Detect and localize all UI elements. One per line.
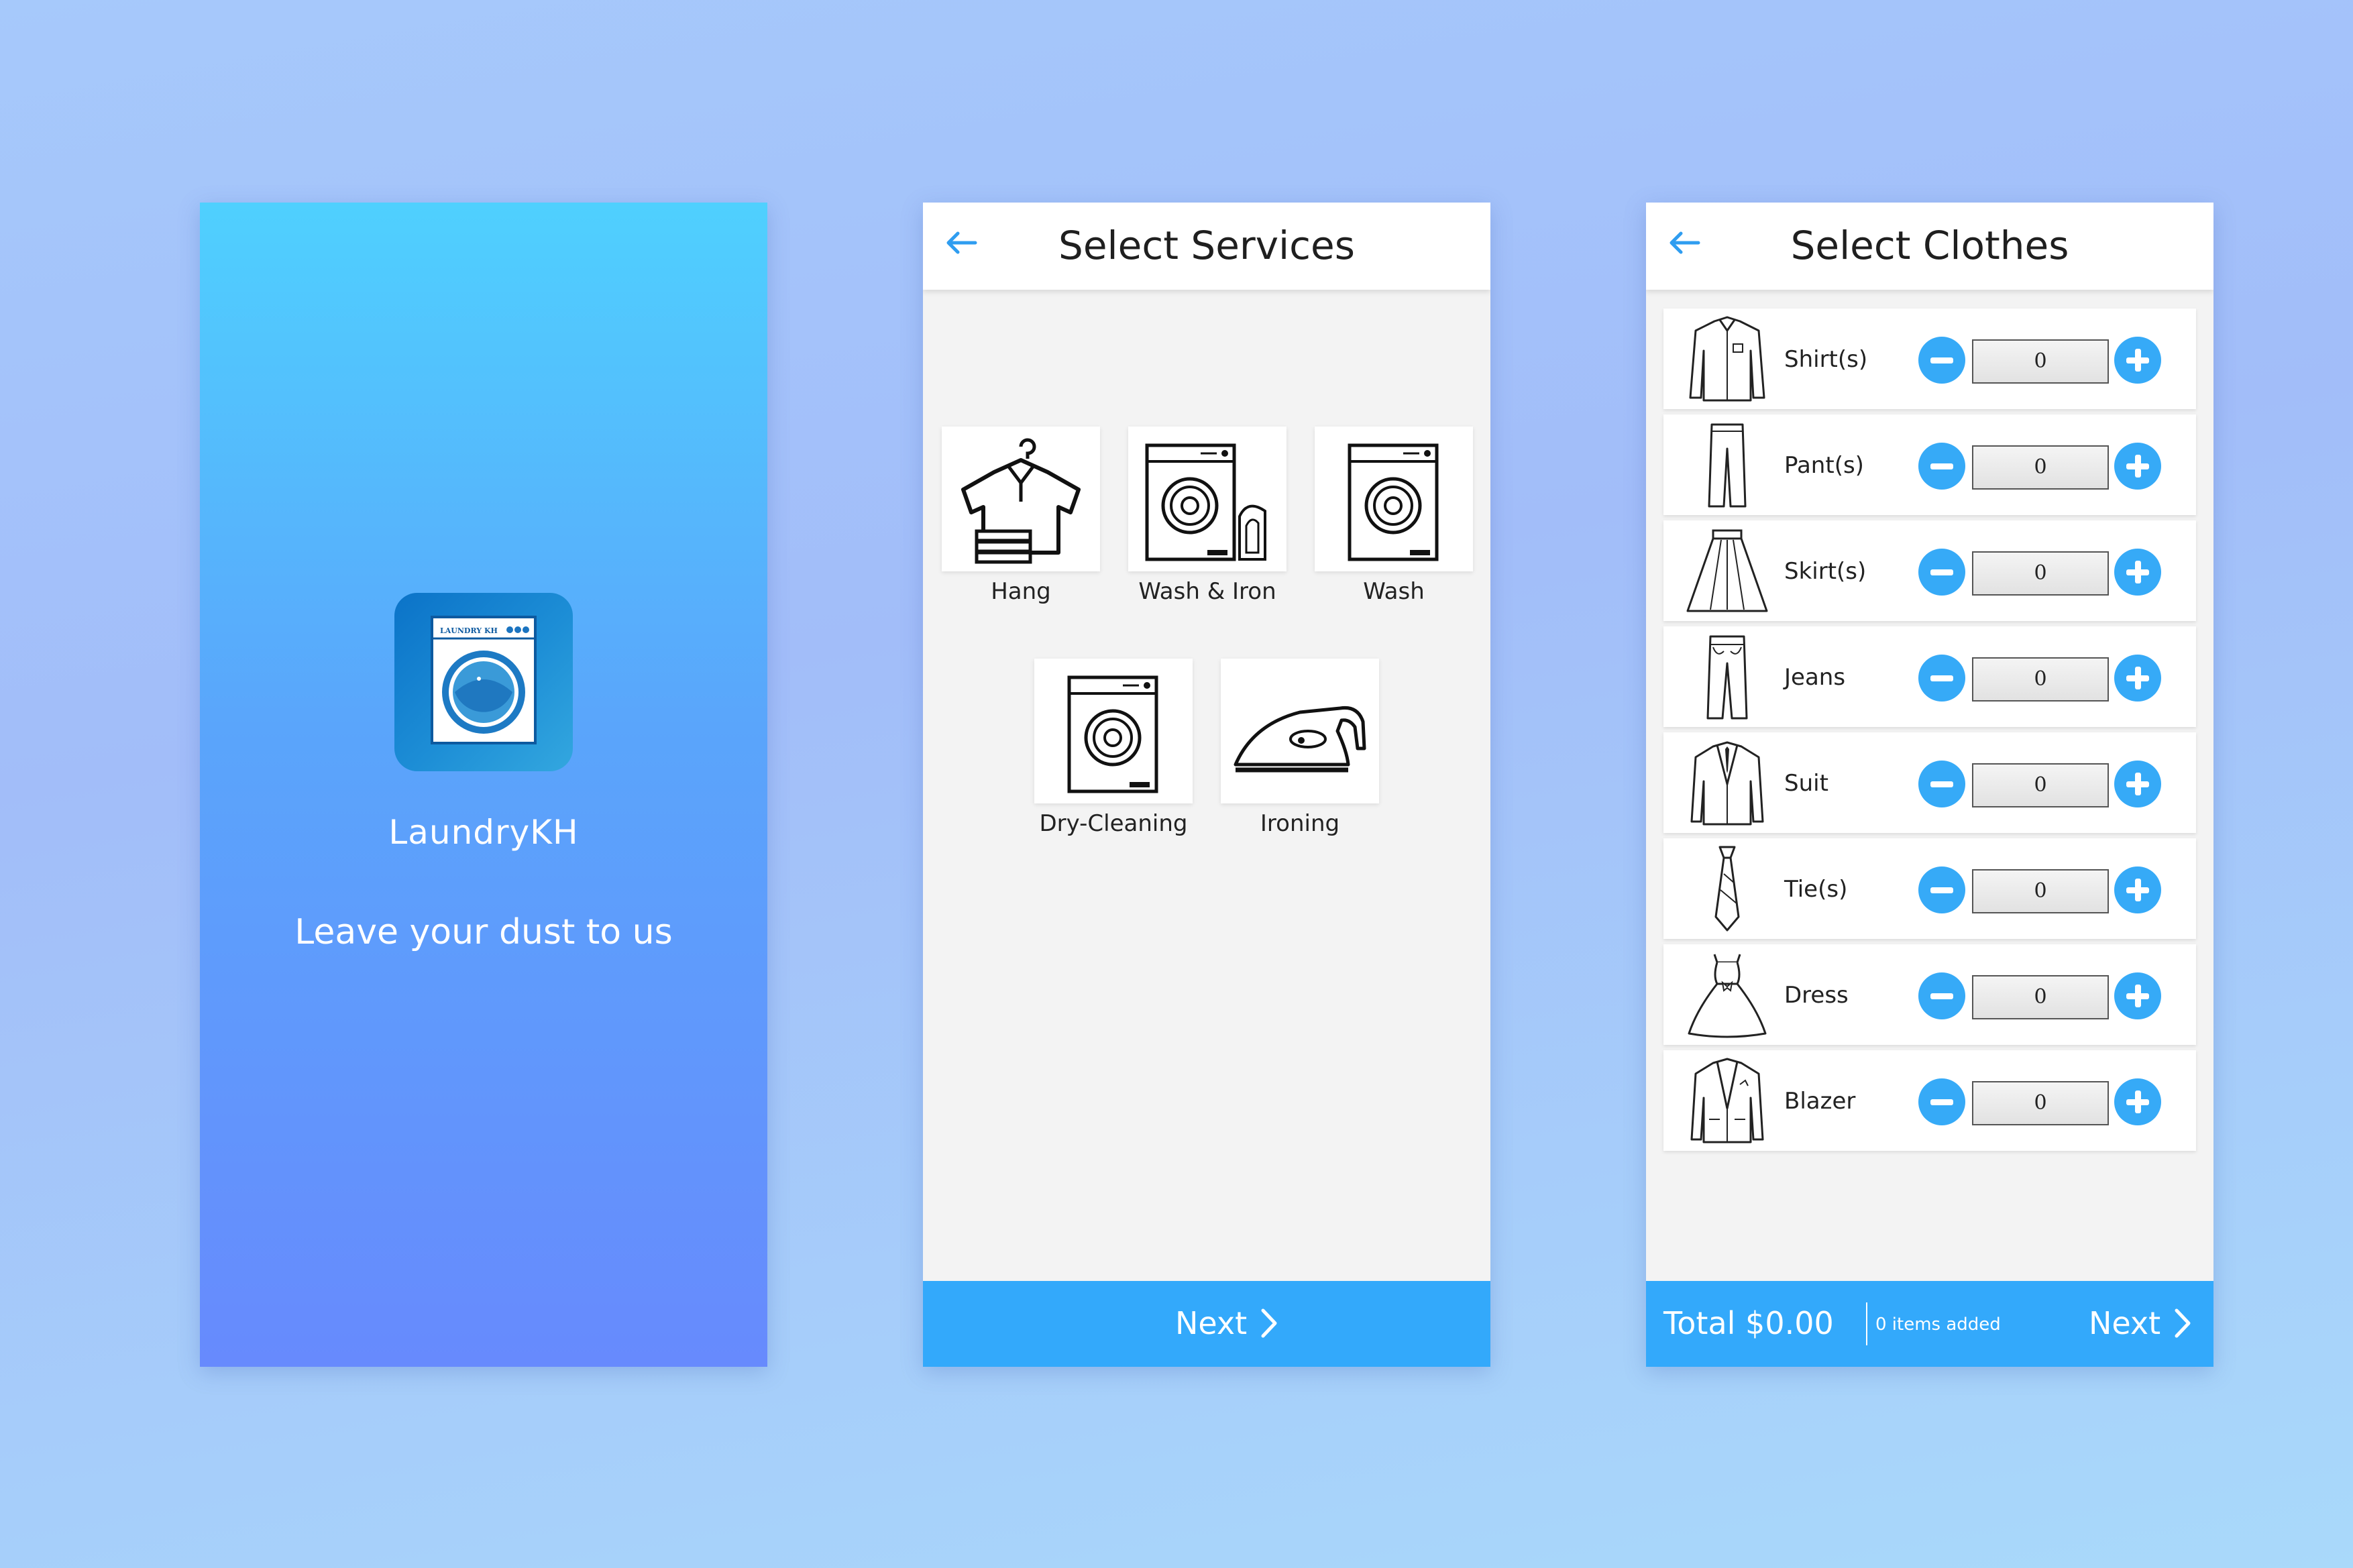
page-title: Select Services: [1058, 223, 1355, 268]
jeans-icon: [1706, 635, 1748, 720]
decrement-button[interactable]: [1918, 972, 1965, 1019]
items-added-count: 0 items added: [1875, 1314, 2001, 1335]
next-button[interactable]: Next: [2089, 1305, 2193, 1341]
select-clothes-screen: Select Clothes Shirt(s) 0 Pant(s) 0 Skir…: [1646, 203, 2213, 1367]
decrement-button[interactable]: [1918, 761, 1965, 807]
quantity-field[interactable]: 0: [1972, 551, 2109, 596]
page-title: Select Clothes: [1790, 223, 2069, 268]
cloth-label: Jeans: [1784, 664, 1846, 691]
service-label: Wash & Iron: [1138, 578, 1276, 605]
services-header: Select Services: [923, 203, 1490, 290]
skirt-icon: [1686, 529, 1768, 612]
tagline: Leave your dust to us: [294, 912, 673, 952]
chevron-right-icon: [2175, 1308, 2191, 1338]
cloth-label: Pant(s): [1784, 452, 1864, 479]
list-item: Skirt(s) 0: [1663, 520, 2196, 621]
splash-screen: LAUNDRY KH LaundryKH Leave your dust to …: [200, 203, 767, 1367]
shirt-icon: [1689, 316, 1765, 402]
select-services-screen: Select Services Hang Wash & Iron Wash Dr…: [923, 203, 1490, 1367]
blazer-icon: [1690, 1058, 1764, 1143]
next-label: Next: [1175, 1305, 1248, 1341]
list-item: Suit 0: [1663, 732, 2196, 833]
quantity-field[interactable]: 0: [1972, 339, 2109, 384]
increment-button[interactable]: [2114, 655, 2161, 702]
logo-wordmark: LAUNDRY KH: [440, 626, 498, 635]
increment-button[interactable]: [2114, 761, 2161, 807]
service-wash[interactable]: Wash: [1315, 427, 1473, 605]
clothes-header: Select Clothes: [1646, 203, 2213, 290]
dress-icon: [1688, 954, 1767, 1038]
list-item: Jeans 0: [1663, 626, 2196, 727]
dry-cleaning-machine-icon: [1067, 675, 1158, 793]
increment-button[interactable]: [2114, 972, 2161, 1019]
next-button[interactable]: Next: [1175, 1305, 1279, 1341]
service-label: Wash: [1363, 578, 1425, 605]
decrement-button[interactable]: [1918, 549, 1965, 596]
cloth-label: Suit: [1784, 770, 1828, 797]
cloth-label: Tie(s): [1784, 876, 1848, 903]
app-name: LaundryKH: [388, 813, 579, 852]
footer-divider: [1866, 1302, 1867, 1345]
next-label: Next: [2089, 1305, 2161, 1341]
iron-icon: [1234, 706, 1366, 773]
decrement-button[interactable]: [1918, 443, 1965, 490]
decrement-button[interactable]: [1918, 866, 1965, 913]
app-logo: LAUNDRY KH: [394, 593, 573, 771]
cloth-label: Dress: [1784, 982, 1849, 1009]
clothes-footer: Total $0.00 0 items added Next: [1646, 1281, 2213, 1367]
increment-button[interactable]: [2114, 549, 2161, 596]
washing-machine-icon: [1348, 443, 1439, 561]
service-label: Ironing: [1260, 810, 1340, 837]
chevron-right-icon: [1261, 1308, 1277, 1338]
quantity-field[interactable]: 0: [1972, 1081, 2109, 1125]
washing-machine-iron-icon: [1145, 443, 1266, 561]
increment-button[interactable]: [2114, 866, 2161, 913]
list-item: Dress 0: [1663, 944, 2196, 1045]
cloth-label: Blazer: [1784, 1088, 1856, 1115]
service-wash-iron[interactable]: Wash & Iron: [1128, 427, 1287, 605]
quantity-field[interactable]: 0: [1972, 445, 2109, 490]
service-hang[interactable]: Hang: [942, 427, 1100, 605]
decrement-button[interactable]: [1918, 1078, 1965, 1125]
tie-icon: [1714, 846, 1740, 932]
decrement-button[interactable]: [1918, 655, 1965, 702]
increment-button[interactable]: [2114, 443, 2161, 490]
cloth-label: Skirt(s): [1784, 558, 1867, 585]
quantity-field[interactable]: 0: [1972, 869, 2109, 913]
service-dry-cleaning[interactable]: Dry-Cleaning: [1034, 659, 1193, 837]
list-item: Tie(s) 0: [1663, 838, 2196, 939]
service-label: Hang: [991, 578, 1051, 605]
pants-icon: [1708, 423, 1747, 508]
list-item: Shirt(s) 0: [1663, 309, 2196, 409]
total-price: Total $0.00: [1663, 1305, 1834, 1341]
suit-icon: [1690, 741, 1764, 826]
service-label: Dry-Cleaning: [1039, 810, 1188, 837]
clothes-list: Shirt(s) 0 Pant(s) 0 Skirt(s) 0 Jeans 0 …: [1663, 309, 2196, 1156]
quantity-field[interactable]: 0: [1972, 657, 2109, 702]
increment-button[interactable]: [2114, 337, 2161, 384]
hanger-shirt-icon: [961, 438, 1081, 564]
increment-button[interactable]: [2114, 1078, 2161, 1125]
quantity-field[interactable]: 0: [1972, 975, 2109, 1019]
cloth-label: Shirt(s): [1784, 346, 1868, 373]
list-item: Blazer 0: [1663, 1050, 2196, 1151]
list-item: Pant(s) 0: [1663, 414, 2196, 515]
quantity-field[interactable]: 0: [1972, 763, 2109, 807]
services-footer: Next: [923, 1281, 1490, 1367]
decrement-button[interactable]: [1918, 337, 1965, 384]
service-ironing[interactable]: Ironing: [1221, 659, 1379, 837]
